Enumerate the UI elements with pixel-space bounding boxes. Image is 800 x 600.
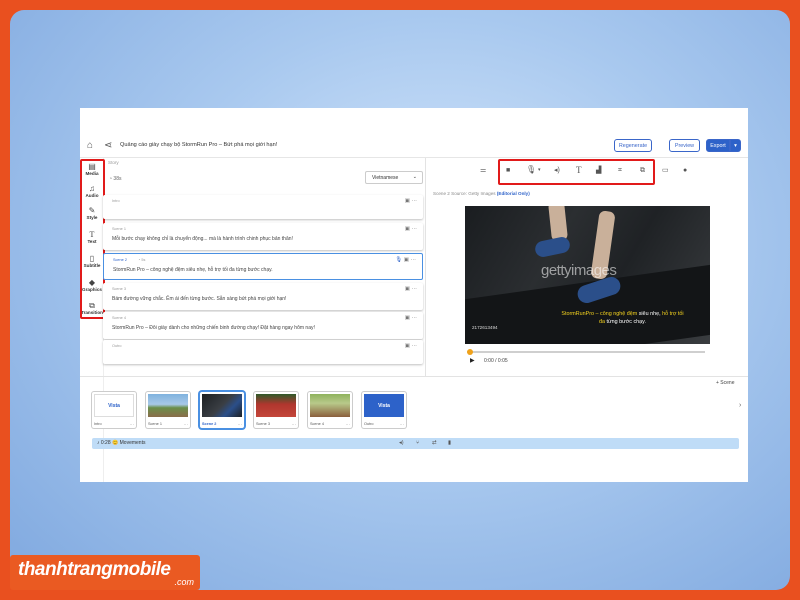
scene-card-3[interactable]: Scene 3 Bám đường vững chắc. Êm ái đến t… xyxy=(103,283,423,310)
transition-icon: ⧉ xyxy=(89,301,95,310)
left-toolbar: ▤ Media ♫ Audio ✎ Style T Text ▯ Subtitl… xyxy=(80,158,104,482)
scene-actions[interactable]: ▣ ··· xyxy=(405,226,417,232)
playback-progress[interactable] xyxy=(467,349,705,355)
watermark: gettyimages xyxy=(541,262,617,279)
media-icon: ▤ xyxy=(88,162,96,171)
clock-icon: ◔ xyxy=(109,176,113,182)
toolbar-item-subtitle[interactable]: ▯ Subtitle xyxy=(80,254,104,268)
image-icon[interactable]: ▟ xyxy=(596,167,601,174)
toolbar-item-audio[interactable]: ♫ Audio xyxy=(80,184,104,198)
chevron-right-icon[interactable]: › xyxy=(739,402,741,409)
scene-duration: ◔ 5s xyxy=(138,258,146,262)
toolbar-item-text[interactable]: T Text xyxy=(80,230,104,244)
chevron-down-icon: ⌄ xyxy=(412,174,417,180)
share-icon[interactable]: ⋖ xyxy=(104,141,112,151)
add-scene-button[interactable]: + Scene xyxy=(716,380,735,386)
image-id: 2172613494 xyxy=(472,325,498,330)
playback-time: 0:00 / 0:05 xyxy=(484,358,508,364)
timeline-thumb-scene-3[interactable]: Scene 3 ··· xyxy=(254,392,298,428)
scene-actions[interactable]: ▣ ··· xyxy=(405,315,417,321)
crop-icon[interactable]: ⌗ xyxy=(618,167,622,174)
home-icon[interactable]: ⌂ xyxy=(87,141,93,151)
subtitle-icon: ▯ xyxy=(89,254,95,263)
scene-actions[interactable]: ▣ ··· xyxy=(405,343,417,349)
project-title: Quảng cáo giày chạy bộ StormRun Pro – Bứ… xyxy=(120,142,278,148)
adjust-icon[interactable]: ⚌ xyxy=(480,167,486,174)
delete-icon[interactable]: ▮ xyxy=(448,440,451,446)
story-duration: ◔ 38s xyxy=(109,176,122,182)
playhead[interactable] xyxy=(467,349,473,355)
play-icon[interactable]: ▶ xyxy=(470,357,475,364)
panel-divider xyxy=(425,158,426,376)
comment-icon[interactable]: ▭ xyxy=(662,167,669,174)
timeline-thumb-scene-2[interactable]: Scene 2 ··· xyxy=(200,392,244,428)
toolbar-item-graphics[interactable]: ◆ Graphics xyxy=(80,278,104,292)
timeline-divider xyxy=(80,376,748,377)
music-track[interactable]: ♪ 0:28 😊 Movements ◂) ⑂ ⇄ ▮ xyxy=(92,438,739,449)
volume-icon[interactable]: ◂) xyxy=(399,440,404,446)
scene-card-intro[interactable]: Intro ▣ ··· xyxy=(103,195,423,219)
scene-actions[interactable]: ▣ ··· xyxy=(405,198,417,204)
toolbar-item-media[interactable]: ▤ Media xyxy=(80,162,104,176)
music-note-icon: ♫ xyxy=(89,184,95,193)
story-heading: Story xyxy=(108,160,119,165)
layers-icon[interactable]: ⧉ xyxy=(640,167,645,174)
text-icon[interactable]: T xyxy=(576,166,582,175)
language-select[interactable]: Vietnamese ⌄ xyxy=(365,171,423,184)
scene-card-2[interactable]: Scene 2 ◔ 5s StormRun Pro – công nghệ đệ… xyxy=(103,253,423,280)
scene-card-4[interactable]: Scene 4 StormRun Pro – Đôi giày dành cho… xyxy=(103,312,423,339)
graphics-icon: ◆ xyxy=(88,278,96,287)
microphone-icon[interactable]: 🎙 xyxy=(395,257,402,263)
volume-icon[interactable]: ◂) xyxy=(554,167,560,174)
timeline-thumb-scene-4[interactable]: Scene 4 ··· xyxy=(308,392,352,428)
text-icon: T xyxy=(89,230,95,239)
regenerate-button[interactable]: Regenerate xyxy=(614,139,652,152)
video-camera-icon[interactable]: ■ xyxy=(506,167,510,174)
running-shoe xyxy=(533,235,572,259)
chevron-down-icon: ▾ xyxy=(734,142,737,149)
subtitle-caption: StormRunPro – công nghệ đệm siêu nhẹ, hỗ… xyxy=(561,311,684,325)
style-icon: ✎ xyxy=(88,206,96,215)
microphone-icon[interactable]: 🎙 xyxy=(526,166,536,174)
header-bar: ⌂ ⋖ Quảng cáo giày chạy bộ StormRun Pro … xyxy=(80,136,748,158)
split-icon[interactable]: ⑂ xyxy=(416,440,419,446)
app-window: ⌂ ⋖ Quảng cáo giày chạy bộ StormRun Pro … xyxy=(80,108,748,482)
preview-button[interactable]: Preview xyxy=(669,139,700,152)
export-dropdown-button[interactable]: ▾ xyxy=(730,139,741,152)
timeline-thumb-outro[interactable]: Vista Outro ··· xyxy=(362,392,406,428)
brand-logo: thanhtrangmobile .com xyxy=(10,555,200,590)
scene-source: Scene 2 Source: Getty Images (Editorial … xyxy=(433,191,530,196)
music-info: ♪ 0:28 😊 Movements xyxy=(97,440,146,446)
info-icon[interactable]: ● xyxy=(683,167,687,174)
scene-actions[interactable]: 🎙 ▣ ··· xyxy=(395,257,416,263)
scene-actions[interactable]: ▣ ··· xyxy=(405,286,417,292)
export-button[interactable]: Export xyxy=(706,139,730,152)
editorial-link[interactable]: (Editorial Only) xyxy=(497,191,530,196)
toolbar-item-style[interactable]: ✎ Style xyxy=(80,206,104,220)
chevron-down-icon[interactable]: ▾ xyxy=(538,168,541,173)
timeline-thumb-intro[interactable]: Vista Intro ··· xyxy=(92,392,136,428)
scene-card-outro[interactable]: Outro ▣ ··· xyxy=(103,340,423,364)
toolbar-item-transition[interactable]: ⧉ Transition xyxy=(80,301,104,315)
video-preview[interactable]: gettyimages 2172613494 StormRunPro – côn… xyxy=(465,206,710,344)
shuffle-icon[interactable]: ⇄ xyxy=(432,440,437,446)
scene-card-1[interactable]: Scene 1 Mỗi bước chạy không chỉ là chuyể… xyxy=(103,223,423,250)
timeline-thumb-scene-1[interactable]: Scene 1 ··· xyxy=(146,392,190,428)
